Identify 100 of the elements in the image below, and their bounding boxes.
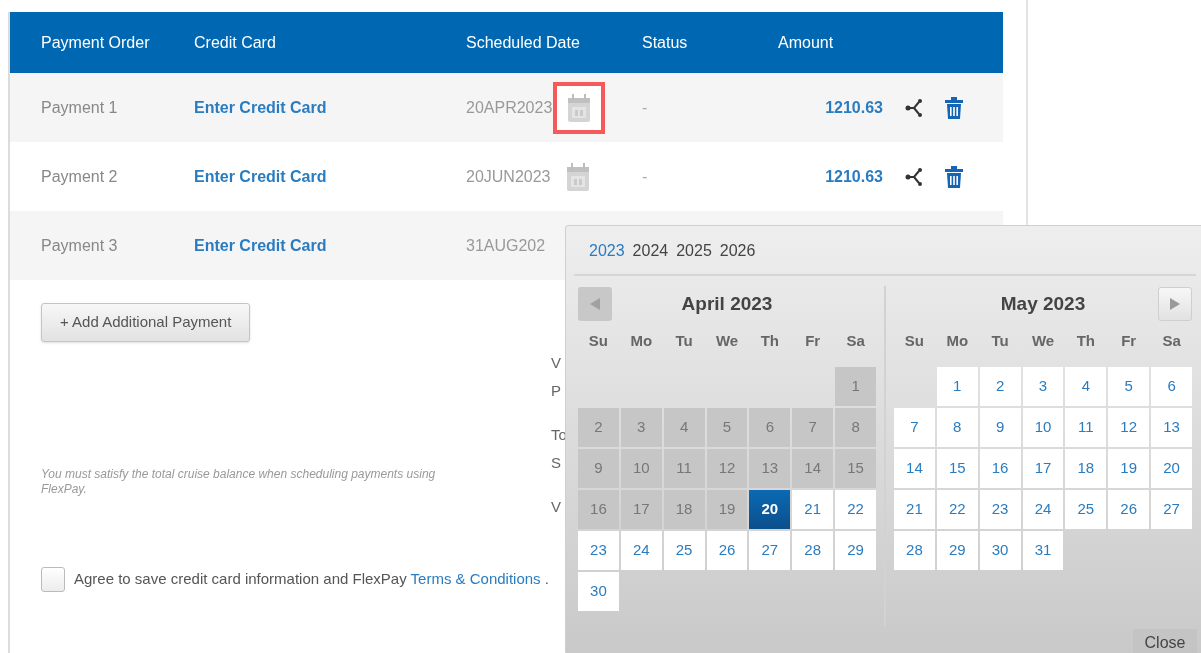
day-cell[interactable]: 2 (979, 367, 1021, 406)
triangle-right-icon (1170, 298, 1180, 310)
day-cell[interactable]: 15 (936, 449, 978, 488)
day-cell[interactable]: 21 (894, 490, 935, 529)
day-cell: 11 (663, 449, 705, 488)
scheduled-date: 20APR2023 (466, 97, 553, 118)
day-cell[interactable]: 29 (936, 531, 978, 570)
day-cell[interactable]: 21 (792, 490, 834, 529)
checkbox[interactable] (41, 567, 65, 592)
day-cell: 4 (663, 408, 705, 447)
weekday-label: Su (904, 331, 924, 351)
year-link[interactable]: 2024 (632, 239, 669, 263)
year-link[interactable]: 2023 (589, 239, 625, 263)
day-cell[interactable]: 12 (1108, 408, 1150, 447)
weekday-label: Th (1076, 331, 1095, 351)
day-cell[interactable]: 23 (578, 531, 619, 570)
weekday-label: Mo (946, 331, 969, 351)
payment-label: Payment 2 (41, 167, 118, 185)
day-cell: 15 (835, 449, 876, 488)
day-cell[interactable]: 27 (749, 531, 791, 570)
weekday-label: Mo (630, 331, 653, 351)
day-cell[interactable]: 31 (1022, 531, 1064, 570)
column-header: Payment Order (41, 33, 150, 51)
day-cell[interactable]: 10 (1022, 408, 1064, 447)
day-cell[interactable]: 23 (979, 490, 1021, 529)
scheduled-date: 20JUN2023 (466, 166, 551, 187)
status-text: - (642, 98, 648, 116)
day-cell[interactable]: 22 (936, 490, 978, 529)
trash-icon[interactable] (945, 165, 963, 188)
day-cell[interactable]: 28 (894, 531, 935, 570)
summary-text: V (551, 353, 562, 373)
day-cell[interactable]: 26 (1108, 490, 1150, 529)
day-cell[interactable]: 6 (1151, 367, 1192, 406)
weekday-label: Sa (846, 331, 865, 351)
next-month-button[interactable] (1158, 287, 1192, 321)
column-header: Status (642, 33, 688, 51)
day-cell[interactable]: 4 (1065, 367, 1107, 406)
amount-link[interactable]: 1210.63 (825, 167, 883, 185)
day-cell[interactable]: 29 (835, 531, 876, 570)
day-cell[interactable]: 24 (1022, 490, 1064, 529)
day-cell[interactable]: 7 (894, 408, 935, 447)
amount-link[interactable]: 1210.63 (825, 98, 883, 116)
day-cell[interactable]: 17 (1022, 449, 1064, 488)
calendar-icon[interactable] (567, 92, 592, 123)
year-link[interactable]: 2025 (676, 239, 712, 263)
day-cell[interactable]: 1 (936, 367, 978, 406)
note-text: You must satisfy the total cruise balance when scheduling payments using FlexPay. (41, 467, 437, 497)
trash-icon[interactable] (945, 96, 963, 119)
day-cell[interactable]: 26 (706, 531, 748, 570)
day-cell[interactable]: 3 (1022, 367, 1064, 406)
day-cell[interactable]: 20 (1151, 449, 1192, 488)
weekday-label: Su (588, 331, 608, 351)
day-cell: 3 (620, 408, 662, 447)
day-cell: 9 (578, 449, 619, 488)
day-cell: 6 (749, 408, 791, 447)
day-cell: 12 (706, 449, 748, 488)
triangle-left-icon (590, 298, 600, 310)
day-cell[interactable]: 28 (792, 531, 834, 570)
day-cell[interactable]: 20 (749, 490, 791, 529)
column-header: Scheduled Date (466, 33, 580, 51)
summary-text: V (551, 497, 562, 517)
previous-month-button[interactable] (578, 287, 612, 321)
day-cell: 2 (578, 408, 619, 447)
split-icon[interactable] (905, 97, 925, 118)
month-title: April 2023 (681, 291, 773, 316)
day-cell[interactable]: 22 (835, 490, 876, 529)
year-link[interactable]: 2026 (719, 239, 756, 263)
day-cell[interactable]: 19 (1108, 449, 1150, 488)
day-cell[interactable]: 25 (1065, 490, 1107, 529)
weekday-label: We (715, 331, 739, 351)
summary-text: P (551, 381, 562, 401)
day-cell[interactable]: 18 (1065, 449, 1107, 488)
day-cell[interactable]: 16 (979, 449, 1021, 488)
day-cell[interactable]: 9 (979, 408, 1021, 447)
day-cell[interactable]: 25 (663, 531, 705, 570)
close-button[interactable]: Close (1133, 629, 1197, 653)
calendar-icon[interactable] (565, 161, 590, 192)
day-cell: 14 (792, 449, 834, 488)
day-cell[interactable]: 24 (620, 531, 662, 570)
day-cell[interactable]: 30 (578, 572, 619, 611)
weekday-label: We (1031, 331, 1055, 351)
day-cell[interactable]: 5 (1108, 367, 1150, 406)
agree-text: Agree to save credit card information and FlexPay Terms & Conditions . (74, 569, 549, 590)
day-cell: 5 (706, 408, 748, 447)
day-cell[interactable]: 13 (1151, 408, 1192, 447)
credit-card-link[interactable]: Enter Credit Card (194, 167, 327, 185)
day-cell: 8 (835, 408, 876, 447)
day-cell[interactable]: 14 (894, 449, 935, 488)
terms-link[interactable]: Terms & Conditions (410, 570, 541, 588)
split-icon[interactable] (905, 166, 925, 187)
day-cell[interactable]: 30 (979, 531, 1021, 570)
credit-card-link[interactable]: Enter Credit Card (194, 236, 327, 254)
weekday-label: Tu (991, 331, 1009, 351)
day-cell[interactable]: 11 (1065, 408, 1107, 447)
day-cell: 13 (749, 449, 791, 488)
day-cell[interactable]: 8 (936, 408, 978, 447)
day-cell: 16 (578, 490, 619, 529)
add-payment-button[interactable]: + Add Additional Payment (41, 303, 251, 342)
credit-card-link[interactable]: Enter Credit Card (194, 98, 327, 116)
day-cell[interactable]: 27 (1151, 490, 1192, 529)
